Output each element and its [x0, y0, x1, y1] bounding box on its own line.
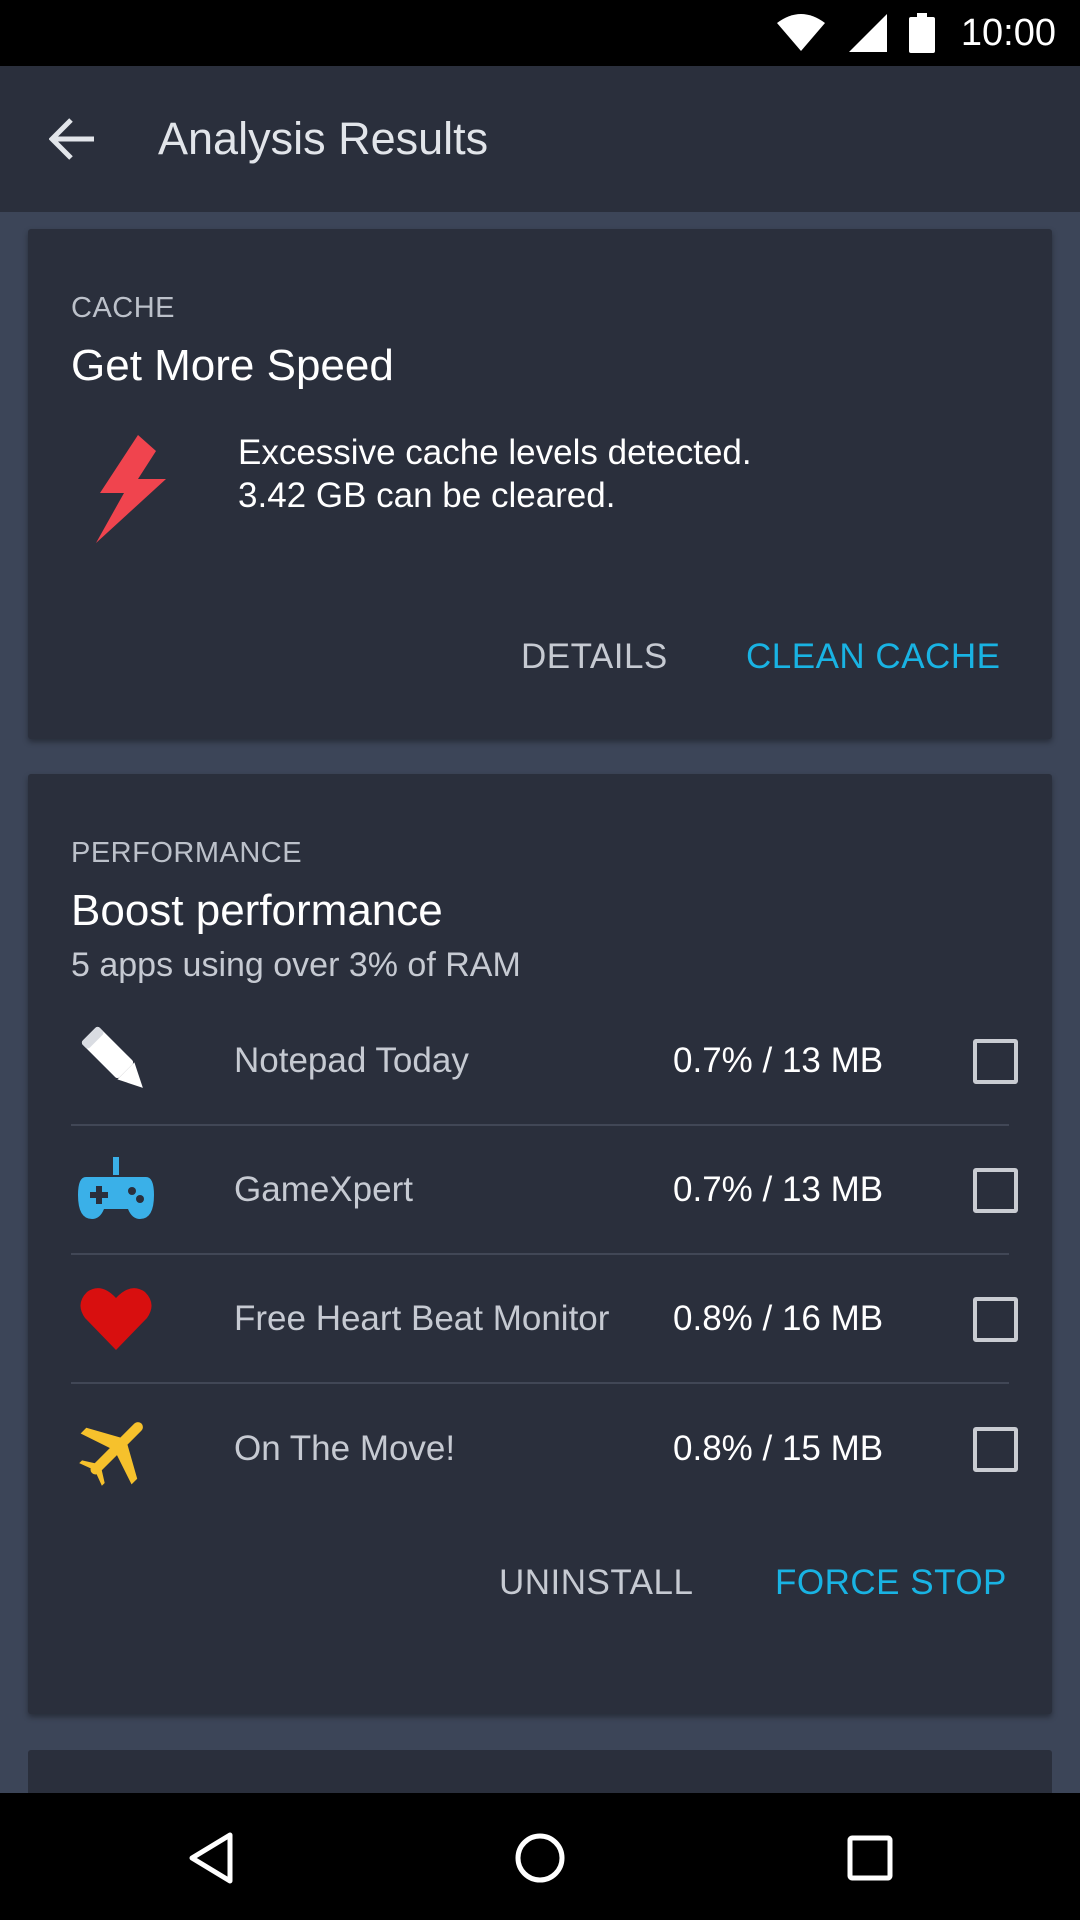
app-name: On The Move!	[234, 1429, 456, 1468]
gamepad-icon	[71, 1145, 161, 1235]
nav-recents-button[interactable]	[825, 1813, 915, 1903]
force-stop-button[interactable]: FORCE STOP	[775, 1563, 1007, 1603]
next-card	[28, 1750, 1052, 1793]
cache-card-title: Get More Speed	[71, 341, 394, 390]
performance-card-subtitle: 5 apps using over 3% of RAM	[71, 946, 521, 984]
app-checkbox[interactable]	[973, 1426, 1018, 1472]
home-circle-icon	[515, 1833, 565, 1883]
back-triangle-icon	[189, 1832, 233, 1884]
cache-card: CACHE Get More Speed Excessive cache lev…	[28, 229, 1052, 739]
app-checkbox[interactable]	[973, 1296, 1018, 1342]
lightning-bolt-icon	[96, 435, 166, 543]
app-name: Notepad Today	[234, 1041, 469, 1080]
recents-square-icon	[847, 1835, 893, 1881]
details-button[interactable]: DETAILS	[521, 637, 668, 677]
wifi-icon	[775, 13, 827, 53]
back-button[interactable]	[28, 94, 118, 184]
status-bar: 10:00	[0, 0, 1080, 66]
nav-home-button[interactable]	[495, 1813, 585, 1903]
heart-icon	[71, 1274, 161, 1364]
app-checkbox[interactable]	[973, 1167, 1018, 1213]
app-name: GameXpert	[234, 1170, 413, 1209]
app-usage: 0.7% / 13 MB	[673, 1041, 884, 1080]
app-usage: 0.8% / 16 MB	[673, 1299, 884, 1338]
clean-cache-button[interactable]: CLEAN CACHE	[746, 637, 1000, 677]
cache-description-line2: 3.42 GB can be cleared.	[238, 476, 616, 515]
cache-description: Excessive cache levels detected. 3.42 GB…	[238, 431, 752, 517]
signal-icon	[848, 14, 887, 52]
app-bar: Analysis Results	[0, 66, 1080, 212]
cache-card-label: CACHE	[71, 292, 176, 324]
performance-card-label: PERFORMANCE	[71, 837, 303, 869]
uninstall-button[interactable]: UNINSTALL	[499, 1563, 693, 1603]
app-checkbox[interactable]	[973, 1038, 1018, 1084]
arrow-back-icon	[49, 118, 94, 160]
performance-card: PERFORMANCE Boost performance 5 apps usi…	[28, 774, 1052, 1714]
app-name: Free Heart Beat Monitor	[234, 1299, 610, 1338]
pencil-icon	[71, 1016, 161, 1106]
page-title: Analysis Results	[158, 113, 489, 164]
app-row[interactable]: On The Move! 0.8% / 15 MB	[71, 1385, 1018, 1513]
app-row[interactable]: Notepad Today 0.7% / 13 MB	[71, 998, 1018, 1126]
app-usage: 0.7% / 13 MB	[673, 1170, 884, 1209]
battery-icon	[908, 13, 935, 53]
clock-time: 10:00	[960, 11, 1056, 54]
cache-description-line1: Excessive cache levels detected.	[238, 433, 752, 472]
app-row[interactable]: GameXpert 0.7% / 13 MB	[71, 1127, 1018, 1255]
nav-back-button[interactable]	[166, 1813, 256, 1903]
performance-card-title: Boost performance	[71, 886, 443, 935]
airplane-icon	[71, 1404, 161, 1494]
app-row[interactable]: Free Heart Beat Monitor 0.8% / 16 MB	[71, 1256, 1018, 1384]
navigation-bar	[0, 1793, 1080, 1920]
content-scroll[interactable]: CACHE Get More Speed Excessive cache lev…	[0, 212, 1080, 1793]
app-usage: 0.8% / 15 MB	[673, 1429, 884, 1468]
